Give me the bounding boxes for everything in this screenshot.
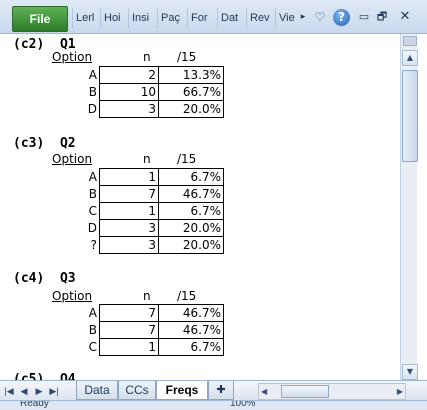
option-cell[interactable]: B — [55, 185, 100, 203]
scroll-up-arrow-icon[interactable]: ▲ — [402, 50, 418, 66]
table-row: C 1 6.7% — [55, 338, 224, 356]
split-box[interactable] — [403, 36, 417, 46]
section-title-q2: (c3) Q2 — [13, 136, 76, 151]
horizontal-scroll-thumb[interactable] — [281, 385, 329, 398]
option-cell[interactable]: B — [55, 83, 100, 101]
table-row: A 7 46.7% — [55, 304, 224, 322]
table-row: B 7 46.7% — [55, 321, 224, 339]
last-sheet-icon[interactable]: ▶| — [48, 384, 60, 398]
ribbon-tab-formulas[interactable]: For — [187, 8, 218, 28]
section-title-q3: (c4) Q3 — [13, 271, 76, 286]
sheet-tab-bar: |◀ ◀ ▶ ▶| Data CCs Freqs ✚ ◀ ▶ — [0, 380, 427, 401]
table-row: A 1 6.7% — [55, 168, 224, 186]
sheet-tab-freqs[interactable]: Freqs — [156, 381, 208, 400]
sheet-tab-data[interactable]: Data — [76, 381, 118, 400]
scroll-left-arrow-icon[interactable]: ◀ — [261, 384, 267, 399]
minimize-window-icon[interactable]: ▭ — [356, 8, 372, 26]
ribbon-overflow-icon[interactable]: ▸ — [298, 8, 308, 26]
ribbon-tab-bar: File Lerl Hoi Insi Paç For Dat Rev Vie ▸… — [0, 0, 427, 34]
pct-cell[interactable]: 46.7% — [158, 321, 224, 339]
option-cell[interactable]: A — [55, 168, 100, 186]
n-cell[interactable]: 3 — [99, 236, 159, 254]
scroll-right-arrow-icon[interactable]: ▶ — [397, 384, 403, 399]
header-n: n — [143, 289, 151, 303]
header-option: Option — [52, 152, 93, 166]
table-row: D 3 20.0% — [55, 219, 224, 237]
scroll-thumb[interactable] — [402, 70, 418, 162]
table-row: B 7 46.7% — [55, 185, 224, 203]
pct-cell[interactable]: 6.7% — [158, 338, 224, 356]
pct-cell[interactable]: 20.0% — [158, 219, 224, 237]
ribbon-tab-data[interactable]: Dat — [217, 8, 247, 28]
n-cell[interactable]: 7 — [99, 321, 159, 339]
ribbon-tab-page-layout[interactable]: Paç — [157, 8, 188, 28]
header-pct: /15 — [177, 50, 197, 64]
header-n: n — [143, 152, 151, 166]
table-row: ? 3 20.0% — [55, 236, 224, 254]
header-pct: /15 — [177, 152, 197, 166]
option-cell[interactable]: D — [55, 219, 100, 237]
option-cell[interactable]: ? — [55, 236, 100, 254]
ribbon-tab-home[interactable]: Hoi — [100, 8, 129, 28]
n-cell[interactable]: 1 — [99, 168, 159, 186]
sheet-tab-ccs[interactable]: CCs — [118, 381, 156, 400]
file-tab[interactable]: File — [12, 6, 68, 32]
scroll-down-arrow-icon[interactable]: ▼ — [402, 364, 418, 380]
pct-cell[interactable]: 46.7% — [158, 185, 224, 203]
ribbon-tab-learn[interactable]: Lerl — [72, 8, 101, 28]
first-sheet-icon[interactable]: |◀ — [3, 384, 15, 398]
table-row: B 10 66.7% — [55, 83, 224, 101]
n-cell[interactable]: 7 — [99, 304, 159, 322]
pct-cell[interactable]: 20.0% — [158, 100, 224, 118]
pct-cell[interactable]: 13.3% — [158, 66, 224, 84]
worksheet-grid[interactable]: (c2) Q1 Option n /15 A 2 13.3% B 10 66.7% D3… — [0, 34, 400, 380]
section-title-q4: (c5) Q4 — [13, 372, 76, 380]
pct-cell[interactable]: 20.0% — [158, 236, 224, 254]
n-cell[interactable]: 10 — [99, 83, 159, 101]
option-cell[interactable]: A — [55, 304, 100, 322]
vertical-scrollbar[interactable]: ▲ ▼ — [400, 34, 418, 380]
ribbon-tab-review[interactable]: Rev — [246, 8, 276, 28]
pct-cell[interactable]: 6.7% — [158, 202, 224, 220]
frequency-table-q3: A 7 46.7% B 7 46.7% C 1 6.7% — [55, 304, 224, 356]
header-pct: /15 — [177, 289, 197, 303]
n-cell[interactable]: 3 — [99, 100, 159, 118]
close-window-icon[interactable]: ✕ — [396, 8, 414, 26]
help-icon[interactable]: ? — [333, 9, 350, 26]
horizontal-scrollbar[interactable]: ◀ ▶ — [258, 383, 406, 400]
insert-sheet-icon[interactable]: ✚ — [208, 381, 234, 400]
ribbon-tab-insert[interactable]: Insi — [128, 8, 158, 28]
option-cell[interactable]: A — [55, 66, 100, 84]
pct-cell[interactable]: 66.7% — [158, 83, 224, 101]
table-row: D 3 20.0% — [55, 100, 224, 118]
prev-sheet-icon[interactable]: ◀ — [18, 384, 30, 398]
pct-cell[interactable]: 46.7% — [158, 304, 224, 322]
n-cell[interactable]: 1 — [99, 338, 159, 356]
n-cell[interactable]: 1 — [99, 202, 159, 220]
minimize-ribbon-icon[interactable]: ♡ — [312, 8, 328, 26]
option-cell[interactable]: D — [55, 100, 100, 118]
option-cell[interactable]: C — [55, 338, 100, 356]
frequency-table-q2: A 1 6.7% B 7 46.7% C 1 6.7% D 3 20.0% ? 3 20.0% — [55, 168, 224, 254]
option-cell[interactable]: B — [55, 321, 100, 339]
table-row: C 1 6.7% — [55, 202, 224, 220]
next-sheet-icon[interactable]: ▶ — [33, 384, 45, 398]
table-row: A 2 13.3% — [55, 66, 224, 84]
n-cell[interactable]: 7 — [99, 185, 159, 203]
n-cell[interactable]: 2 — [99, 66, 159, 84]
zoom-level[interactable]: 100% — [230, 401, 256, 409]
pct-cell[interactable]: 6.7% — [158, 168, 224, 186]
frequency-table-q1: A 2 13.3% B 10 66.7% D 3 20.0% — [55, 66, 224, 118]
header-option: Option — [52, 289, 93, 303]
status-ready: Ready — [20, 400, 49, 409]
header-option: Option — [52, 50, 93, 64]
restore-window-icon[interactable]: 🗗 — [374, 8, 390, 26]
n-cell[interactable]: 3 — [99, 219, 159, 237]
header-n: n — [143, 50, 151, 64]
option-cell[interactable]: C — [55, 202, 100, 220]
